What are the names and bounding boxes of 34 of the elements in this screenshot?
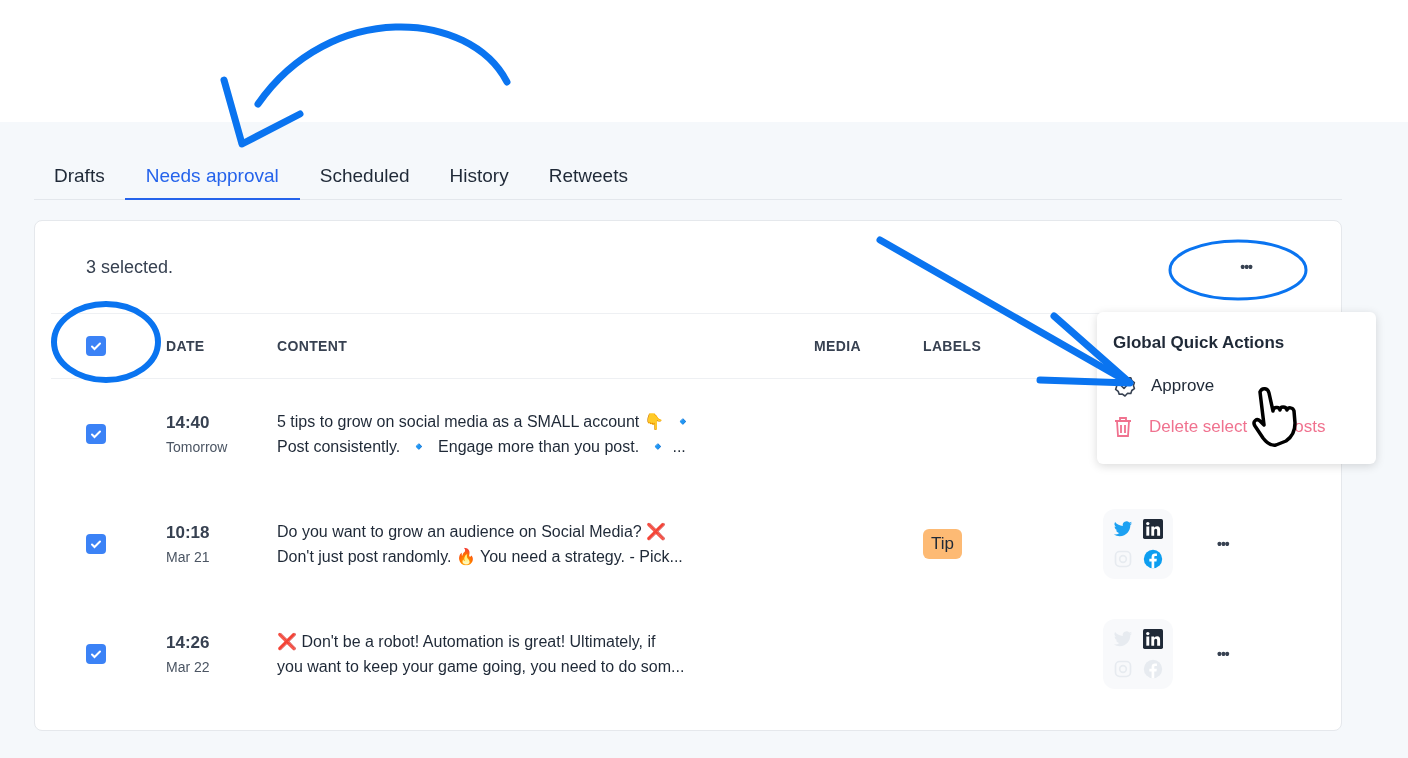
trash-icon <box>1113 415 1133 438</box>
menu-title: Global Quick Actions <box>1113 332 1286 354</box>
time-text: 14:40 <box>166 411 211 434</box>
tab[interactable]: Scheduled <box>299 154 430 200</box>
content-line: 5 tips to grow on social media as a SMALL account 👇 🔹 <box>277 412 694 432</box>
tab[interactable]: History <box>429 154 529 200</box>
tab[interactable]: Drafts <box>34 154 125 200</box>
hand-cursor-icon <box>1252 387 1297 447</box>
content-line: Do you want to grow an audience on Social Media? ❌ <box>277 522 668 543</box>
label-tag: Tip <box>923 529 962 559</box>
checkbox[interactable] <box>86 424 106 444</box>
checkbox[interactable] <box>86 336 106 356</box>
time-text: 14:26 <box>166 631 211 654</box>
column-header: LABELS <box>923 336 982 356</box>
approve-menu-item[interactable]: Approve <box>1113 369 1215 402</box>
date-text: Tomorrow <box>166 438 229 458</box>
tab[interactable]: Retweets <box>528 154 648 200</box>
content-line: you want to keep your game going, you need to do som... <box>277 657 686 677</box>
more-button[interactable]: ••• <box>1209 643 1237 665</box>
more-button[interactable]: ••• <box>1209 533 1237 555</box>
content-line: Post consistently. 🔹 Engage more than you post. 🔹 ... <box>277 437 687 457</box>
content-line: ❌ Don't be a robot! Automation is great! Ultimately, if <box>277 632 657 653</box>
more-button[interactable]: ••• <box>1232 256 1260 278</box>
column-header: DATE <box>166 336 205 356</box>
checkbox[interactable] <box>86 644 106 664</box>
time-text: 10:18 <box>166 521 211 544</box>
column-header: MEDIA <box>814 336 861 356</box>
selection-count: 3 selected. <box>86 255 174 279</box>
checkbox[interactable] <box>86 534 106 554</box>
content-line: Don't just post randomly. 🔥 You need a strategy. - Pick... <box>277 547 684 567</box>
tab[interactable]: Needs approval <box>124 154 300 200</box>
date-text: Mar 22 <box>166 658 211 678</box>
date-text: Mar 21 <box>166 548 211 568</box>
column-header: CONTENT <box>277 336 348 356</box>
